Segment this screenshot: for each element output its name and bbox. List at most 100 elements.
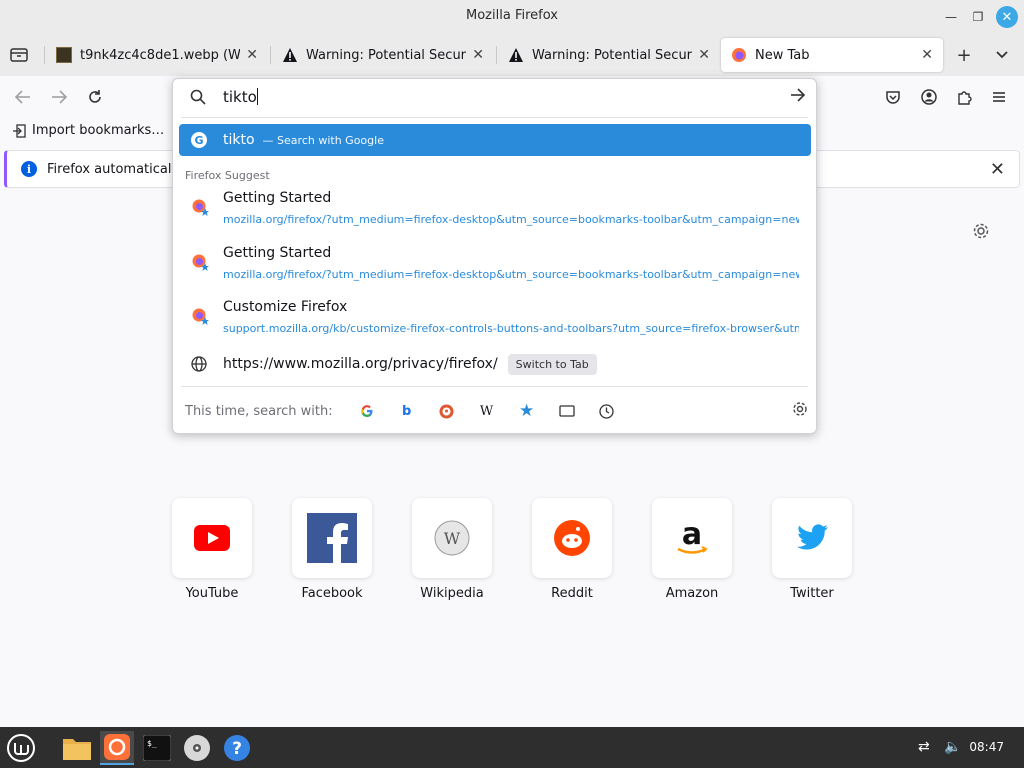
extensions-button[interactable] (951, 84, 977, 110)
shortcut-twitter[interactable]: Twitter (772, 498, 852, 601)
info-icon: i (21, 161, 37, 177)
wikipedia-w-icon: W (479, 403, 494, 419)
help-icon: ? (224, 735, 250, 761)
wikipedia-tile[interactable]: W (412, 498, 492, 578)
taskbar: $_ ? ⇄ 🔈 08:47 (0, 727, 1024, 768)
bing-engine-button[interactable]: b (387, 396, 427, 426)
network-disconnected-icon[interactable]: ⇄ (918, 739, 930, 755)
wikipedia-engine-button[interactable]: W (467, 396, 507, 426)
history-search-button[interactable] (587, 396, 627, 426)
tab-close-icon[interactable]: ✕ (246, 47, 258, 63)
tab-warning-1[interactable]: Warning: Potential Security ✕ (272, 38, 494, 72)
firefox-bookmark-icon (192, 308, 209, 325)
urlbar-input-row[interactable]: tikto (173, 79, 818, 117)
suggestion-item[interactable]: Getting Started mozilla.org/firefox/?utm… (179, 240, 811, 290)
firefox-launcher[interactable] (100, 731, 134, 765)
suggestion-title: Getting Started (223, 245, 332, 261)
list-all-tabs-button[interactable] (989, 42, 1015, 68)
amazon-tile[interactable]: a (652, 498, 732, 578)
import-icon (13, 123, 26, 138)
search-icon (190, 89, 206, 105)
wikipedia-icon: W (434, 520, 470, 556)
twitter-tile[interactable] (772, 498, 852, 578)
pocket-button[interactable] (880, 84, 906, 110)
arrow-right-icon (52, 90, 68, 104)
divider (181, 117, 808, 118)
bookmarks-search-button[interactable]: ★ (507, 396, 547, 426)
tab-separator (44, 46, 45, 64)
urlbar-input[interactable]: tikto (223, 88, 258, 106)
firefox-bookmark-icon (192, 254, 209, 271)
youtube-tile[interactable] (172, 498, 252, 578)
duckduckgo-icon (439, 404, 454, 418)
forward-button[interactable] (46, 84, 72, 110)
shortcut-youtube[interactable]: YouTube (172, 498, 252, 601)
tab-label: Warning: Potential Security (306, 47, 467, 63)
shortcut-label: Reddit (551, 586, 593, 601)
shortcut-facebook[interactable]: Facebook (292, 498, 372, 601)
duckduckgo-engine-button[interactable] (427, 396, 467, 426)
firefox-view-button[interactable] (6, 42, 32, 68)
shortcut-label: Twitter (790, 586, 834, 601)
help-launcher[interactable]: ? (220, 731, 254, 765)
search-settings-gear-icon[interactable] (792, 401, 808, 421)
facebook-tile[interactable] (292, 498, 372, 578)
search-with-label: This time, search with: (185, 403, 333, 419)
new-tab-button[interactable]: + (951, 42, 977, 68)
tabs-search-button[interactable] (547, 396, 587, 426)
disc-icon (184, 735, 210, 761)
reddit-tile[interactable] (532, 498, 612, 578)
volume-icon[interactable]: 🔈 (944, 739, 961, 755)
shortcut-label: Wikipedia (420, 586, 484, 601)
bing-icon: b (401, 403, 412, 419)
tab-warning-2[interactable]: Warning: Potential Security ✕ (498, 38, 720, 72)
urlbar-value: tikto (223, 88, 257, 106)
tab-new-tab[interactable]: New Tab ✕ (721, 38, 943, 72)
terminal-launcher[interactable]: $_ (140, 731, 174, 765)
close-notification-icon[interactable]: ✕ (990, 159, 1005, 180)
mint-menu-button[interactable] (4, 731, 38, 765)
shortcut-label: Amazon (665, 586, 719, 601)
maximize-button[interactable]: ❐ (967, 6, 989, 28)
tab-webp[interactable]: t9nk4zc4c8de1.webp (WEB ✕ (46, 38, 268, 72)
files-launcher[interactable] (60, 731, 94, 765)
history-suggestion[interactable]: https://www.mozilla.org/privacy/firefox/… (179, 349, 811, 379)
shortcut-label: Facebook (301, 586, 363, 601)
tab-close-icon[interactable]: ✕ (921, 47, 933, 63)
tab-strip: t9nk4zc4c8de1.webp (WEB ✕ Warning: Poten… (0, 34, 1024, 76)
twitter-icon (797, 524, 828, 550)
divider (181, 386, 808, 387)
tab-separator (270, 46, 271, 64)
app-menu-button[interactable] (986, 84, 1012, 110)
back-button[interactable] (10, 84, 36, 110)
shortcut-wikipedia[interactable]: W Wikipedia (412, 498, 492, 601)
suggestion-item[interactable]: Customize Firefox support.mozilla.org/kb… (179, 294, 811, 344)
tab-close-icon[interactable]: ✕ (472, 47, 484, 63)
shortcut-amazon[interactable]: a Amazon (652, 498, 732, 601)
import-bookmarks-label: Import bookmarks… (32, 123, 165, 138)
history-url: https://www.mozilla.org/privacy/firefox/ (223, 356, 498, 372)
shortcut-reddit[interactable]: Reddit (532, 498, 612, 601)
clock[interactable]: 08:47 (969, 740, 1004, 754)
close-window-button[interactable]: ✕ (996, 6, 1018, 28)
suggestion-title: Getting Started (223, 190, 332, 206)
search-suggestion-google[interactable]: G tikto — Search with Google (179, 124, 811, 156)
switch-to-tab-button[interactable]: Switch to Tab (507, 353, 597, 375)
firefox-suggest-label: Firefox Suggest (185, 169, 270, 182)
reload-button[interactable] (82, 84, 108, 110)
chevron-down-icon (996, 51, 1008, 59)
tab-close-icon[interactable]: ✕ (698, 47, 710, 63)
tab-label: Warning: Potential Security (532, 47, 693, 63)
suggestion-item[interactable]: Getting Started mozilla.org/firefox/?utm… (179, 185, 811, 235)
suggestion-hint: — Search with Google (262, 133, 384, 147)
go-arrow-icon[interactable] (790, 86, 806, 107)
account-button[interactable] (916, 84, 942, 110)
terminal-icon: $_ (143, 735, 171, 761)
google-engine-button[interactable] (347, 396, 387, 426)
media-launcher[interactable] (180, 731, 214, 765)
import-bookmarks-button[interactable]: Import bookmarks… (12, 123, 164, 138)
mint-logo-icon (7, 734, 35, 762)
personalize-gear-icon[interactable] (972, 222, 990, 245)
minimize-button[interactable]: — (940, 6, 962, 28)
title-bar: Mozilla Firefox — ❐ ✕ (0, 0, 1024, 34)
